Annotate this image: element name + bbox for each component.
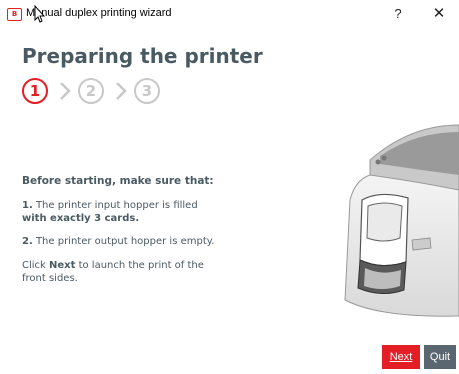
quit-button[interactable]: Quit [424, 345, 456, 369]
step-1-indicator: 1 [22, 78, 48, 104]
help-button[interactable]: ? [386, 4, 410, 24]
chevron-right-icon [60, 82, 71, 100]
instruction-item-2: 2. The printer output hopper is empty. [22, 236, 215, 247]
mouse-pointer-icon [34, 5, 46, 23]
page-title: Preparing the printer [22, 44, 263, 68]
title-bar: B Manual duplex printing wizard ? ✕ [0, 0, 459, 28]
chevron-right-icon [116, 82, 127, 100]
instruction-item-1: 1. The printer input hopper is filled wi… [22, 200, 198, 224]
printer-illustration [344, 124, 459, 317]
window-title: Manual duplex printing wizard [26, 7, 172, 19]
step-2-indicator: 2 [78, 78, 104, 104]
instruction-click-next: Click Next to launch the print of the fr… [22, 260, 204, 284]
close-button[interactable]: ✕ [427, 4, 451, 24]
next-button[interactable]: Next [382, 345, 420, 369]
step-3-indicator: 3 [134, 78, 160, 104]
instructions-intro: Before starting, make sure that: [22, 175, 214, 187]
app-logo-icon: B [7, 8, 22, 21]
